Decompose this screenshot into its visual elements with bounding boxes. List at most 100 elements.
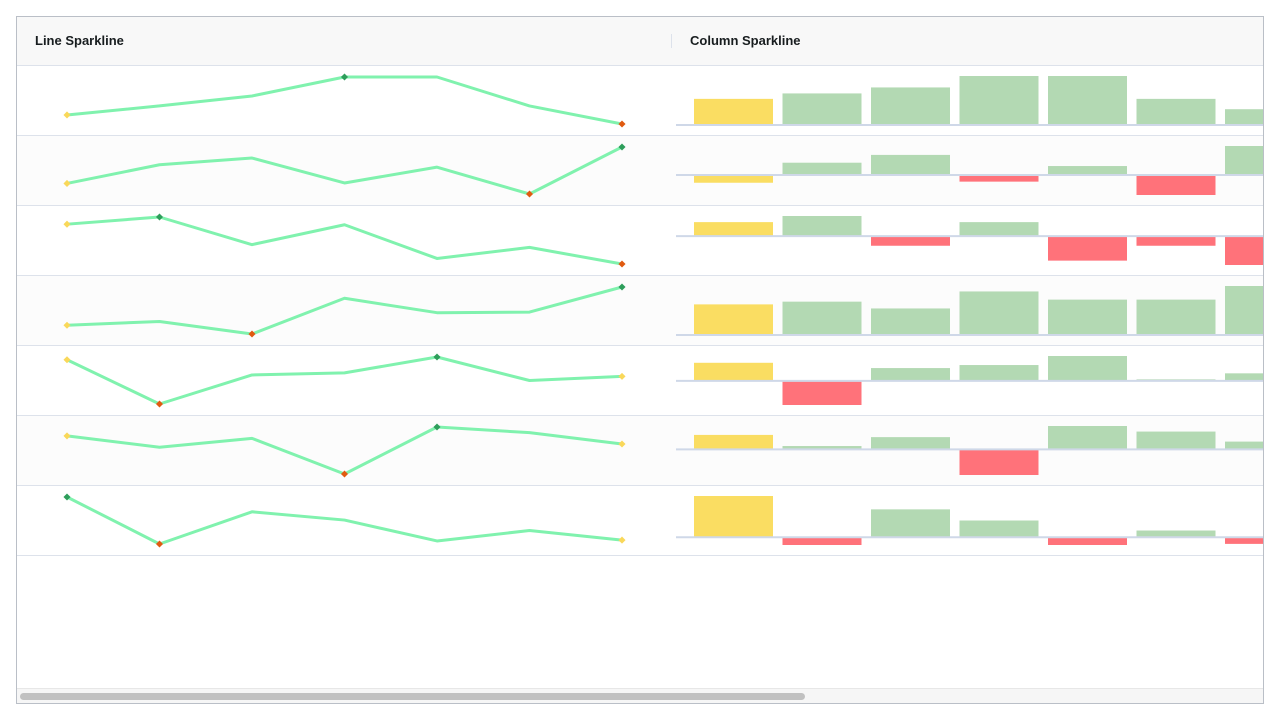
column-bar [1225,441,1263,450]
row-sparklines [63,143,1263,198]
line-sparkline [63,213,626,268]
line-sparkline [63,283,626,338]
column-bar [871,509,950,538]
column-bar [782,216,862,237]
column-header-line-sparkline[interactable]: Line Sparkline [35,17,124,65]
line-sparkline [63,73,626,128]
sparkline-marker-first [63,179,71,187]
grid-header-row: Line Sparkline Column Sparkline [17,17,1263,66]
line-sparkline [63,353,626,408]
column-bar [694,362,773,381]
column-bar [694,304,773,335]
column-bar [1225,373,1263,381]
column-sparkline [676,146,1263,195]
sparkline-marker-max [433,353,441,361]
row-sparklines [63,493,1263,548]
table-row[interactable] [17,486,1263,556]
table-row[interactable] [17,416,1263,486]
column-bar [694,434,773,450]
row-sparklines [63,423,1263,478]
column-bar [959,174,1039,182]
sparkline-marker-first [63,220,71,228]
table-row[interactable] [17,346,1263,416]
column-bar [1225,146,1263,175]
column-bar [959,76,1039,125]
sparkline-grid: Line Sparkline Column Sparkline [16,16,1264,704]
column-bar [1048,236,1127,261]
column-bar [871,368,950,381]
column-bar [694,98,773,125]
column-bar [782,537,862,545]
column-bar [1136,431,1216,450]
sparkline-marker-last [618,536,626,544]
column-bar [694,174,773,183]
sparkline-marker-min [618,260,626,268]
column-bar [782,93,862,125]
horizontal-scrollbar-thumb[interactable] [20,693,805,700]
column-bar [1136,174,1216,195]
line-sparkline [63,493,626,548]
column-bar [1225,236,1263,265]
table-row[interactable] [17,206,1263,276]
column-bar [1225,286,1263,335]
column-bar [782,380,862,405]
column-sparkline [676,286,1263,336]
column-header-column-sparkline[interactable]: Column Sparkline [690,17,801,65]
column-bar [959,291,1039,335]
column-bar [871,437,950,450]
table-row[interactable] [17,276,1263,346]
column-bar [871,87,950,125]
column-sparkline [676,356,1263,405]
column-bar [1225,537,1263,544]
row-sparklines [63,73,1263,128]
column-bar [1048,356,1127,381]
column-bar [1136,98,1216,125]
header-separator [671,34,672,48]
column-bar [959,222,1039,237]
sparkline-marker-first [63,111,71,119]
sparkline-marker-first [63,432,71,440]
sparkline-line [66,215,623,266]
column-sparkline [676,76,1263,126]
column-sparkline [676,216,1263,265]
column-bar [871,308,950,335]
sparkline-marker-max [155,213,164,221]
column-bar [1136,236,1216,246]
sparkline-marker-first [63,321,71,329]
column-bar [1136,530,1216,538]
column-bar [1225,109,1263,125]
column-bar [871,236,950,246]
sparkline-marker-last [618,372,626,380]
column-bar [694,222,773,237]
column-bar [1136,299,1216,335]
row-sparklines [63,213,1263,268]
column-bar [959,520,1039,538]
sparkline-line [66,145,623,196]
sparkline-marker-last [618,440,626,448]
column-bar [1048,537,1127,545]
column-bar [959,365,1039,381]
sparkline-line [66,285,623,336]
sparkline-line [66,75,623,126]
column-bar [694,496,773,538]
sparkline-marker-min [618,120,626,128]
table-row[interactable] [17,136,1263,206]
line-sparkline [63,423,626,478]
row-sparklines [63,283,1263,338]
column-bar [1048,426,1127,450]
column-bar [1048,299,1127,335]
column-bar [959,449,1039,475]
column-sparkline [676,426,1263,475]
column-bar [871,154,950,175]
table-row[interactable] [17,66,1263,136]
column-bar [1048,76,1127,125]
horizontal-scrollbar[interactable] [17,688,1263,703]
line-sparkline [63,143,626,198]
sparkline-line [66,495,623,546]
grid-body [17,66,1263,688]
column-bar [782,301,862,335]
sparkline-line [66,425,623,476]
sparkline-marker-max [618,283,626,291]
column-bar [782,162,862,175]
sparkline-line [66,355,623,406]
